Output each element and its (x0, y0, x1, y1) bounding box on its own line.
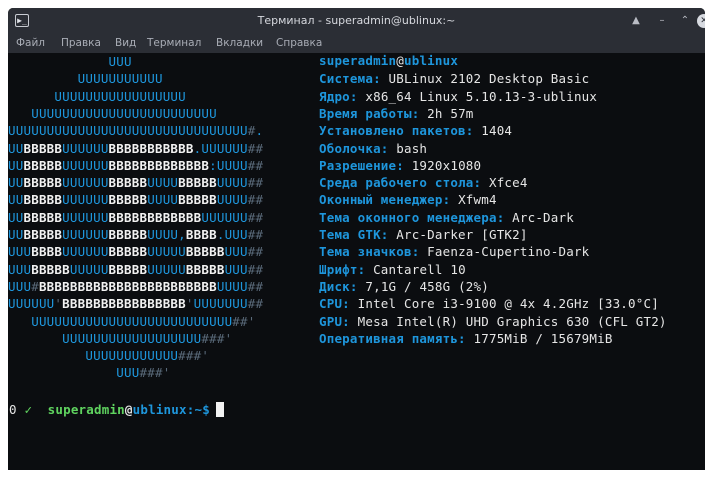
ascii-logo-line: UUUUUUUUUUUUUUUUUU###' (62, 330, 233, 346)
info-row: Оперативная память: 1775MiB / 15679MiB (319, 331, 613, 348)
minimize-button[interactable]: – (654, 13, 670, 29)
info-key: Система: (319, 71, 381, 87)
menu-tabs[interactable]: Вкладки (216, 37, 263, 49)
info-value: Mesa Intel(R) UHD Graphics 630 (CFL GT2) (349, 313, 667, 329)
info-row: GPU: Mesa Intel(R) UHD Graphics 630 (CFL… (319, 314, 667, 331)
info-row: Разрешение: 1920x1080 (319, 158, 481, 175)
ascii-logo-line: UUBBBBBUUUUUUBBBBBBBBBBB.UUUUUU## (8, 140, 264, 156)
info-row: Тема значков: Faenza-Cupertino-Dark (319, 244, 589, 261)
info-key: Оконный менеджер: (319, 192, 451, 208)
ascii-logo-line: UUUUUUUUUUUU###' (85, 348, 210, 364)
ascii-logo-line: UUBBBBBUUUUUUBBBBBUUUU,BBBB.UUU## (8, 227, 264, 242)
ascii-logo-line: UUUUUUUUUUUUUUUUU (54, 88, 186, 104)
menu-terminal[interactable]: Терминал (147, 37, 201, 49)
info-row: Среда рабочего стола: Xfce4 (319, 175, 528, 192)
info-row: Оконный менеджер: Xfwm4 (319, 192, 497, 209)
info-value: 7,1G / 458G (2%) (357, 278, 489, 294)
ascii-logo-line: UUU#BBBBBBBBBBBBBBBBBBBBBBBUUUU## (8, 278, 264, 294)
info-header: superadmin@ublinux (319, 53, 459, 68)
info-value: bash (388, 140, 428, 156)
info-key: Шрифт: (319, 261, 366, 277)
info-key: Тема оконного менеджера: (319, 209, 505, 225)
ascii-logo-line: UUU###' (116, 365, 171, 381)
status-check-icon: ✓ (24, 402, 33, 417)
info-key: CPU: (319, 296, 350, 312)
info-key: Время работы: (319, 105, 420, 121)
window-title: Терминал - superadmin@ublinux:~ (257, 14, 456, 27)
ascii-logo-line: UUBBBBBUUUUUUBBBBBUUUUBBBBBUUUU## (8, 192, 264, 208)
info-key: Тема GTK: (319, 227, 389, 242)
info-row: Оболочка: bash (319, 141, 427, 158)
prompt-host: ublinux (132, 402, 187, 417)
info-row: Система: UBLinux 2102 Desktop Basic (319, 71, 589, 88)
menu-view[interactable]: Вид (115, 37, 136, 49)
info-value: Xfwm4 (450, 192, 497, 208)
info-key: Среда рабочего стола: (319, 175, 482, 191)
prompt-user: superadmin (47, 402, 125, 417)
info-value: Faenza-Cupertino-Dark (419, 244, 590, 260)
exit-status: 0 (9, 402, 17, 417)
info-value: 1404 (473, 123, 513, 139)
info-row: Тема GTK: Arc-Darker [GTK2] (319, 227, 528, 244)
ascii-logo-line: UUUBBBBBUUUUUBBBBBUUUUUBBBBBUUU## (8, 261, 264, 277)
prompt-symbol: $ (202, 402, 210, 417)
info-value: 2h 57m (419, 105, 474, 121)
info-key: Оперативная память: (319, 330, 466, 346)
info-value: Intel Core i3-9100 @ 4x 4.2GHz [33.0°C] (349, 296, 659, 312)
ascii-logo-line: UUUUUU'BBBBBBBBBBBBBBBB'UUUUUUU## (8, 296, 264, 312)
info-key: Диск: (319, 278, 358, 294)
close-button[interactable]: ✕ (696, 13, 705, 29)
info-key: Ядро: (319, 88, 358, 104)
info-row: Диск: 7,1G / 458G (2%) (319, 279, 489, 296)
info-value: 1920x1080 (403, 157, 482, 173)
info-key: GPU: (319, 313, 350, 329)
info-value: UBLinux 2102 Desktop Basic (380, 71, 590, 87)
prompt-path: :~ (186, 402, 203, 417)
ascii-logo-line: UUUUUUUUUUUUUUUUUUUUUUUUUUUUUUU#. (8, 123, 264, 139)
text-cursor (215, 402, 224, 417)
info-row: Тема оконного менеджера: Arc-Dark (319, 210, 574, 227)
info-row: Время работы: 2h 57m (319, 106, 474, 123)
close-icon[interactable]: ✕ (697, 14, 705, 28)
prompt-at: @ (124, 402, 133, 417)
ascii-logo-line: UUUBBBBUUUUUUBBBBBUUUUUBBBBBUUU## (8, 244, 264, 260)
info-key: Разрешение: (319, 157, 404, 173)
ascii-logo-line: UUUUUUUUUUUUUUUUUUUUUUUU (31, 105, 217, 121)
info-row: Шрифт: Cantarell 10 (319, 262, 466, 279)
info-value: Cantarell 10 (365, 261, 466, 277)
ascii-logo-line: UUBBBBBUUUUUUBBBBBUUUUBBBBBUUUU## (8, 175, 264, 191)
info-key: Тема значков: (319, 244, 420, 260)
ascii-logo-line: UUBBBBBUUUUUUBBBBBBBBBBBBB:UUUU## (8, 157, 264, 173)
maximize-button[interactable]: ⌃ (677, 13, 693, 29)
info-key: Установлено пакетов: (319, 123, 474, 139)
info-value: Arc-Darker [GTK2] (388, 227, 528, 242)
menu-edit[interactable]: Правка (61, 37, 101, 49)
terminal-output[interactable]: UUU UUUUUUUUUUU UUUUUUUUUUUUUUUUU UUUUUU… (8, 53, 705, 470)
menu-help[interactable]: Справка (276, 37, 322, 49)
title-bar[interactable]: ▶_ Терминал - superadmin@ublinux:~ ▲ – ⌃… (8, 8, 705, 34)
terminal-window: ▶_ Терминал - superadmin@ublinux:~ ▲ – ⌃… (8, 8, 705, 470)
info-row: CPU: Intel Core i3-9100 @ 4x 4.2GHz [33.… (319, 296, 659, 313)
info-row: Установлено пакетов: 1404 (319, 123, 512, 140)
info-value: Xfce4 (481, 175, 528, 191)
info-value: 1775MiB / 15679MiB (465, 330, 613, 346)
ascii-logo-line: UUUUUUUUUUUUUUUUUUUUUUUUUU##' (31, 313, 256, 329)
command-prompt[interactable]: 0 ✓ superadmin@ublinux:~$ (9, 402, 224, 419)
info-key: Оболочка: (319, 140, 389, 156)
info-value: Arc-Dark (504, 209, 574, 225)
ascii-logo-line: UUUUUUUUUUU (77, 71, 163, 87)
menu-bar: Файл Правка Вид Терминал Вкладки Справка (8, 34, 705, 53)
ascii-logo-line: UUU (108, 54, 132, 69)
menu-file[interactable]: Файл (16, 37, 45, 49)
roll-up-icon[interactable]: ▲ (628, 13, 644, 29)
ascii-logo-line: UUBBBBBUUUUUUBBBBBBBBBBBBUUUUUU## (8, 209, 264, 225)
info-value: x86_64 Linux 5.10.13-3-ublinux (357, 88, 598, 104)
info-row: Ядро: x86_64 Linux 5.10.13-3-ublinux (319, 89, 597, 106)
